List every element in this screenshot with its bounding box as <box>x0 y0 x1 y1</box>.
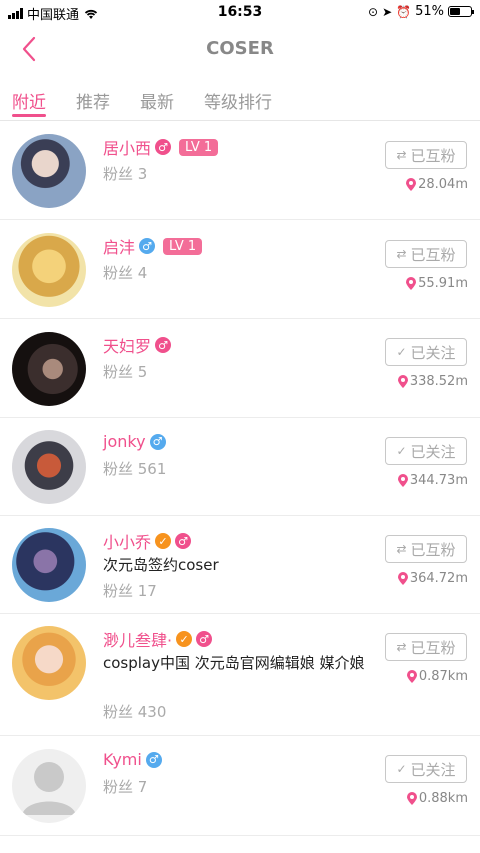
swap-icon: ⇄ <box>396 640 407 654</box>
user-row[interactable]: Kymi ♂ 粉丝 7 ✓ 已关注 0.88km <box>0 736 480 836</box>
location-pin-icon <box>397 375 408 388</box>
female-icon: ♂ <box>155 337 172 353</box>
followed-button[interactable]: ✓ 已关注 <box>385 755 467 783</box>
distance-label: 364.72m <box>397 571 468 586</box>
user-description: 次元岛签约coser <box>103 556 219 574</box>
distance-label: 55.91m <box>406 276 468 291</box>
distance-label: 0.88km <box>406 791 468 806</box>
battery-icon <box>448 6 474 17</box>
check-icon: ✓ <box>396 444 407 458</box>
tab-recommended[interactable]: 推荐 <box>76 88 110 113</box>
swap-icon: ⇄ <box>396 542 407 556</box>
female-icon: ♂ <box>175 533 192 549</box>
male-icon: ♂ <box>139 238 156 254</box>
tab-level-ranking[interactable]: 等级排行 <box>204 88 272 113</box>
user-name[interactable]: 天妇罗 <box>103 333 151 357</box>
user-row[interactable]: 小小乔 ✓ ♂ 次元岛签约coser 粉丝 17 ⇄ 已互粉 364.72m <box>0 516 480 614</box>
check-icon: ✓ <box>396 345 407 359</box>
user-row[interactable]: 启沣 ♂ LV 1 粉丝 4 ⇄ 已互粉 55.91m <box>0 220 480 319</box>
avatar[interactable] <box>12 332 86 406</box>
check-icon: ✓ <box>396 762 407 776</box>
fans-count: 粉丝 5 <box>103 363 148 381</box>
nav-bar: COSER <box>0 24 480 74</box>
user-name[interactable]: 渺儿叁肆· <box>103 627 172 651</box>
swap-icon: ⇄ <box>396 247 407 261</box>
fans-count: 粉丝 17 <box>103 582 157 600</box>
distance-label: 0.87km <box>406 669 468 684</box>
user-name[interactable]: 居小西 <box>103 135 151 159</box>
user-row[interactable]: 天妇罗 ♂ 粉丝 5 ✓ 已关注 338.52m <box>0 319 480 418</box>
battery-percent: 51% <box>415 4 444 19</box>
tab-nearby[interactable]: 附近 <box>12 88 46 113</box>
location-pin-icon <box>397 572 408 585</box>
user-description: cosplay中国 次元岛官网编辑娘 媒介娘 <box>103 654 365 672</box>
mutual-follow-button[interactable]: ⇄ 已互粉 <box>385 240 467 268</box>
user-row[interactable]: jonky ♂ 粉丝 561 ✓ 已关注 344.73m <box>0 418 480 516</box>
user-name[interactable]: 小小乔 <box>103 529 151 553</box>
user-row[interactable]: 居小西 ♂ LV 1 粉丝 3 ⇄ 已互粉 28.04m <box>0 121 480 220</box>
user-name[interactable]: 启沣 <box>103 234 135 258</box>
location-pin-icon <box>406 792 417 805</box>
followed-button[interactable]: ✓ 已关注 <box>385 437 467 465</box>
fans-count: 粉丝 430 <box>103 703 167 721</box>
location-pin-icon <box>406 670 417 683</box>
male-icon: ♂ <box>149 433 166 450</box>
fans-count: 粉丝 561 <box>103 460 167 478</box>
mutual-follow-button[interactable]: ⇄ 已互粉 <box>385 141 467 169</box>
user-row[interactable]: 渺儿叁肆· ✓ ♂ cosplay中国 次元岛官网编辑娘 媒介娘 粉丝 430 … <box>0 614 480 736</box>
distance-label: 28.04m <box>406 177 468 192</box>
level-badge: LV 1 <box>179 138 219 156</box>
distance-label: 344.73m <box>397 473 468 488</box>
rotation-lock-icon: ⊙ <box>368 4 379 19</box>
avatar[interactable] <box>12 134 86 208</box>
alarm-icon: ⏰ <box>396 4 412 19</box>
avatar[interactable] <box>12 233 86 307</box>
default-avatar-icon[interactable] <box>12 749 86 823</box>
swap-icon: ⇄ <box>396 148 407 162</box>
verified-icon: ✓ <box>176 631 193 647</box>
fans-count: 粉丝 3 <box>103 165 148 183</box>
tab-latest[interactable]: 最新 <box>140 88 174 113</box>
tab-bar: 附近 推荐 最新 等级排行 <box>0 82 480 120</box>
level-badge: LV 1 <box>163 237 203 255</box>
location-pin-icon <box>397 474 408 487</box>
avatar[interactable] <box>12 626 86 700</box>
user-name[interactable]: jonky <box>103 432 146 451</box>
verified-icon: ✓ <box>155 533 172 549</box>
fans-count: 粉丝 4 <box>103 264 148 282</box>
female-icon: ♂ <box>196 631 213 647</box>
female-icon: ♂ <box>155 139 172 155</box>
page-title: COSER <box>206 38 274 59</box>
mutual-follow-button[interactable]: ⇄ 已互粉 <box>385 535 467 563</box>
mutual-follow-button[interactable]: ⇄ 已互粉 <box>385 633 467 661</box>
status-bar: 中国联通 16:53 ⊙ ➤ ⏰ 51% <box>0 0 480 24</box>
active-tab-indicator <box>12 114 46 117</box>
location-pin-icon <box>406 178 417 191</box>
location-pin-icon <box>406 277 417 290</box>
avatar[interactable] <box>12 528 86 602</box>
male-icon: ♂ <box>145 751 162 768</box>
avatar[interactable] <box>12 430 86 504</box>
followed-button[interactable]: ✓ 已关注 <box>385 338 467 366</box>
distance-label: 338.52m <box>397 374 468 389</box>
fans-count: 粉丝 7 <box>103 778 148 796</box>
user-name[interactable]: Kymi <box>103 750 142 769</box>
location-arrow-icon: ➤ <box>382 4 393 19</box>
